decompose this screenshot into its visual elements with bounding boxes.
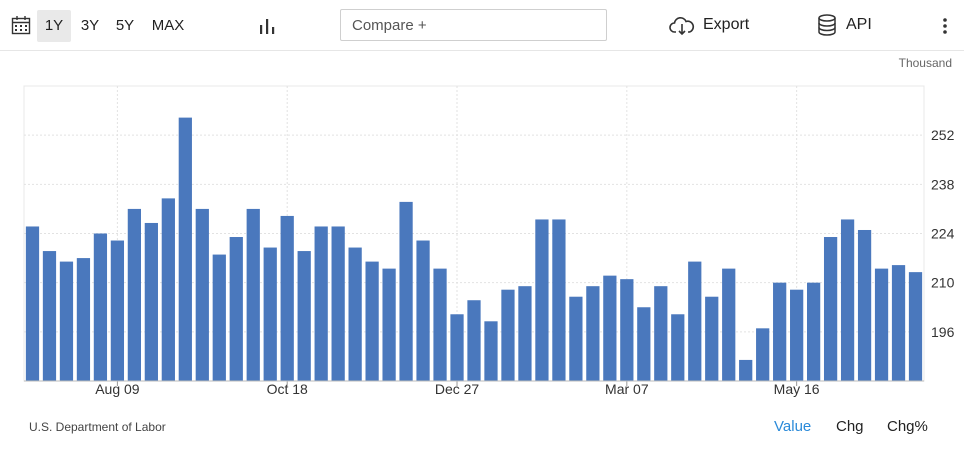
bar (857, 229, 872, 381)
x-tick-label: Oct 18 (267, 381, 308, 397)
bar (450, 314, 464, 381)
bar (365, 261, 379, 381)
bar (212, 254, 226, 381)
x-tick-label: Mar 07 (605, 381, 649, 397)
bar (195, 208, 209, 381)
bar (484, 321, 498, 381)
bar (297, 251, 311, 381)
view-chg-pct-button[interactable]: Chg% (887, 418, 928, 435)
bar (654, 286, 668, 381)
y-tick-label: 252 (931, 127, 955, 143)
bar (127, 208, 141, 381)
bar (807, 282, 821, 381)
bar (314, 226, 328, 381)
bar (790, 289, 804, 381)
bar (705, 296, 719, 381)
y-tick-label: 210 (931, 275, 955, 291)
bar (874, 268, 889, 381)
bar (688, 261, 702, 381)
bar (756, 328, 770, 381)
bar (908, 272, 923, 381)
bar (42, 251, 57, 381)
x-tick-label: Aug 09 (95, 381, 140, 397)
bar (823, 237, 838, 381)
bar (603, 275, 617, 381)
y-tick-label: 196 (931, 324, 955, 340)
y-tick-label: 224 (931, 226, 955, 242)
bar (586, 286, 600, 381)
bar (348, 247, 362, 381)
bar (93, 233, 108, 381)
bar-chart: 196 210 224 238 252 Aug 09 Oct 18 Dec 27 Mar 07 M… (23, 85, 955, 397)
bar (76, 258, 91, 381)
bar (25, 226, 40, 381)
bar (467, 300, 481, 381)
bar (110, 240, 125, 381)
bar (569, 296, 583, 381)
bar (433, 268, 447, 381)
bar (840, 219, 855, 381)
bar (263, 247, 277, 381)
bar (501, 289, 515, 381)
bar (416, 240, 430, 381)
bar (144, 222, 158, 381)
bar (722, 268, 736, 381)
bar (739, 359, 753, 381)
bar (178, 117, 192, 381)
bar (331, 226, 345, 381)
bar (399, 201, 413, 381)
view-value-button[interactable]: Value (774, 418, 811, 435)
bar (891, 265, 906, 381)
bar (620, 279, 634, 381)
bar (518, 286, 532, 381)
x-tick-label: May 16 (774, 381, 820, 397)
bar (161, 198, 175, 381)
bar (535, 219, 549, 381)
bar (229, 237, 243, 381)
bar (637, 307, 651, 381)
bar (382, 268, 396, 381)
x-tick-label: Dec 27 (435, 381, 480, 397)
y-tick-label: 238 (931, 176, 955, 192)
bar (552, 219, 566, 381)
bar (246, 208, 260, 381)
bar (671, 314, 685, 381)
bar (280, 215, 294, 381)
bar (773, 282, 787, 381)
source-label: U.S. Department of Labor (29, 420, 166, 434)
view-chg-button[interactable]: Chg (836, 418, 864, 435)
bar (59, 261, 74, 381)
